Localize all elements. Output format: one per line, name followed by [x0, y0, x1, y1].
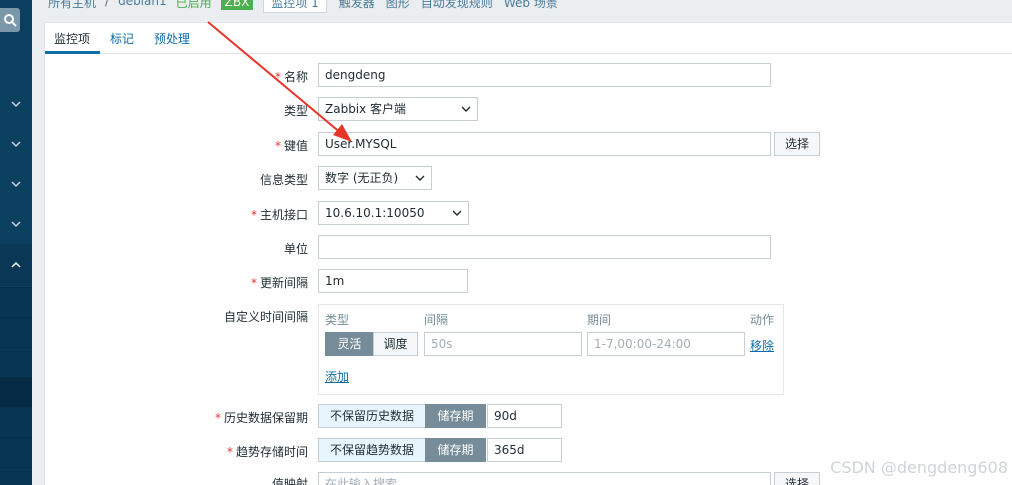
- chevron-down-icon: [11, 101, 21, 108]
- period-input[interactable]: 1-7,00:00-24:00: [587, 332, 745, 356]
- name-label: * 名称: [274, 70, 308, 84]
- type-label: 类型: [283, 104, 308, 118]
- units-label: 单位: [283, 242, 308, 256]
- tab-items[interactable]: 监控项 1: [263, 0, 327, 13]
- chevron-down-icon: [11, 181, 21, 188]
- sidebar-menu-reports[interactable]: [0, 204, 32, 244]
- history-do-not-keep-toggle[interactable]: 不保留历史数据: [318, 404, 426, 428]
- chevron-down-icon: [461, 106, 471, 112]
- chevron-down-icon: [415, 175, 425, 181]
- sidebar-subitem[interactable]: [0, 347, 32, 377]
- breadcrumb-host[interactable]: debian1: [118, 0, 167, 8]
- sidebar-subitem[interactable]: [0, 467, 32, 485]
- chevron-down-icon: [452, 210, 462, 216]
- sidebar-subitem[interactable]: [0, 287, 32, 317]
- sidebar-subitem[interactable]: [0, 317, 32, 347]
- col-type-header: 类型: [325, 313, 350, 327]
- tab-discovery-rules[interactable]: 自动发现规则: [421, 0, 493, 11]
- col-action-header: 动作: [750, 313, 775, 327]
- trends-storage-period-toggle[interactable]: 储存期: [425, 438, 486, 462]
- breadcrumb-all-hosts[interactable]: 所有主机: [48, 0, 96, 11]
- remove-interval-link[interactable]: 移除: [750, 337, 774, 354]
- chevron-down-icon: [11, 221, 21, 228]
- tab-web-scenarios[interactable]: Web 场景: [504, 0, 558, 11]
- tab-triggers[interactable]: 触发器: [339, 0, 375, 11]
- interval-scheduling-toggle[interactable]: 调度: [373, 332, 418, 356]
- zbx-availability-badge: ZBX: [220, 0, 254, 10]
- key-select-button[interactable]: 选择: [774, 132, 821, 156]
- tab-tags[interactable]: 标记: [110, 30, 134, 47]
- watermark: CSDN @dengdeng608: [830, 458, 1008, 477]
- sidebar-menu-services[interactable]: [0, 124, 32, 164]
- tab-item[interactable]: 监控项: [54, 30, 90, 47]
- value-map-label: 值映射: [271, 477, 308, 485]
- history-label: * 历史数据保留期: [214, 411, 308, 425]
- breadcrumb: 所有主机 / debian1 已启用 ZBX 监控项 1 触发器 图形 自动发现…: [32, 0, 1012, 16]
- units-input[interactable]: [318, 235, 771, 259]
- chevron-down-icon: [11, 141, 21, 148]
- value-map-select-button[interactable]: 选择: [774, 472, 821, 485]
- type-select[interactable]: Zabbix 客户端: [318, 97, 478, 121]
- key-label: * 键值: [274, 139, 308, 153]
- trends-period-input[interactable]: 365d: [487, 438, 562, 462]
- interval-flexible-toggle[interactable]: 灵活: [325, 332, 374, 356]
- trends-do-not-keep-toggle[interactable]: 不保留趋势数据: [318, 438, 426, 462]
- sidebar-menu-monitoring[interactable]: [0, 84, 32, 124]
- host-status-enabled[interactable]: 已启用: [176, 0, 212, 11]
- sidebar: [0, 0, 32, 485]
- sidebar-subitem-active[interactable]: [0, 377, 32, 407]
- info-type-select[interactable]: 数字 (无正负): [318, 166, 432, 190]
- update-interval-input[interactable]: 1m: [318, 269, 468, 293]
- interval-input[interactable]: 50s: [424, 332, 582, 356]
- key-input[interactable]: User.MYSQL: [318, 132, 771, 156]
- history-period-input[interactable]: 90d: [487, 404, 562, 428]
- value-map-input[interactable]: 在此输入搜索: [318, 472, 771, 485]
- info-type-label: 信息类型: [259, 173, 308, 187]
- chevron-up-icon: [11, 261, 21, 268]
- sidebar-menu-inventory[interactable]: [0, 164, 32, 204]
- sidebar-subitem[interactable]: [0, 407, 32, 437]
- host-interface-label: * 主机接口: [250, 208, 308, 222]
- name-input[interactable]: dengdeng: [318, 63, 771, 87]
- tab-preprocessing[interactable]: 预处理: [154, 30, 190, 47]
- add-interval-link[interactable]: 添加: [325, 368, 349, 385]
- breadcrumb-separator: /: [105, 0, 110, 8]
- update-interval-label: * 更新间隔: [250, 276, 308, 290]
- col-interval-header: 间隔: [424, 313, 449, 327]
- host-interface-select[interactable]: 10.6.10.1:10050: [318, 201, 469, 225]
- history-storage-period-toggle[interactable]: 储存期: [425, 404, 486, 428]
- item-form-card: 监控项 标记 预处理 * 名称 dengdeng 类型 Zabbix 客户端 * 键…: [44, 22, 1012, 485]
- col-period-header: 期间: [587, 313, 612, 327]
- custom-intervals-label: 自定义时间间隔: [223, 310, 308, 324]
- search-icon: [4, 14, 17, 27]
- trends-label: * 趋势存储时间: [226, 445, 308, 459]
- search-button[interactable]: [0, 8, 20, 32]
- custom-intervals-table: 类型 间隔 期间 动作 灵活 调度 50s 1-7,00:00-24:00 移除…: [318, 304, 784, 395]
- tab-graphs[interactable]: 图形: [386, 0, 410, 11]
- sidebar-subitem[interactable]: [0, 437, 32, 467]
- sidebar-menu-data-collection-toggle[interactable]: [0, 245, 32, 285]
- active-tab-indicator: [45, 51, 100, 54]
- form-tabs: 监控项 标记 预处理: [45, 23, 1012, 54]
